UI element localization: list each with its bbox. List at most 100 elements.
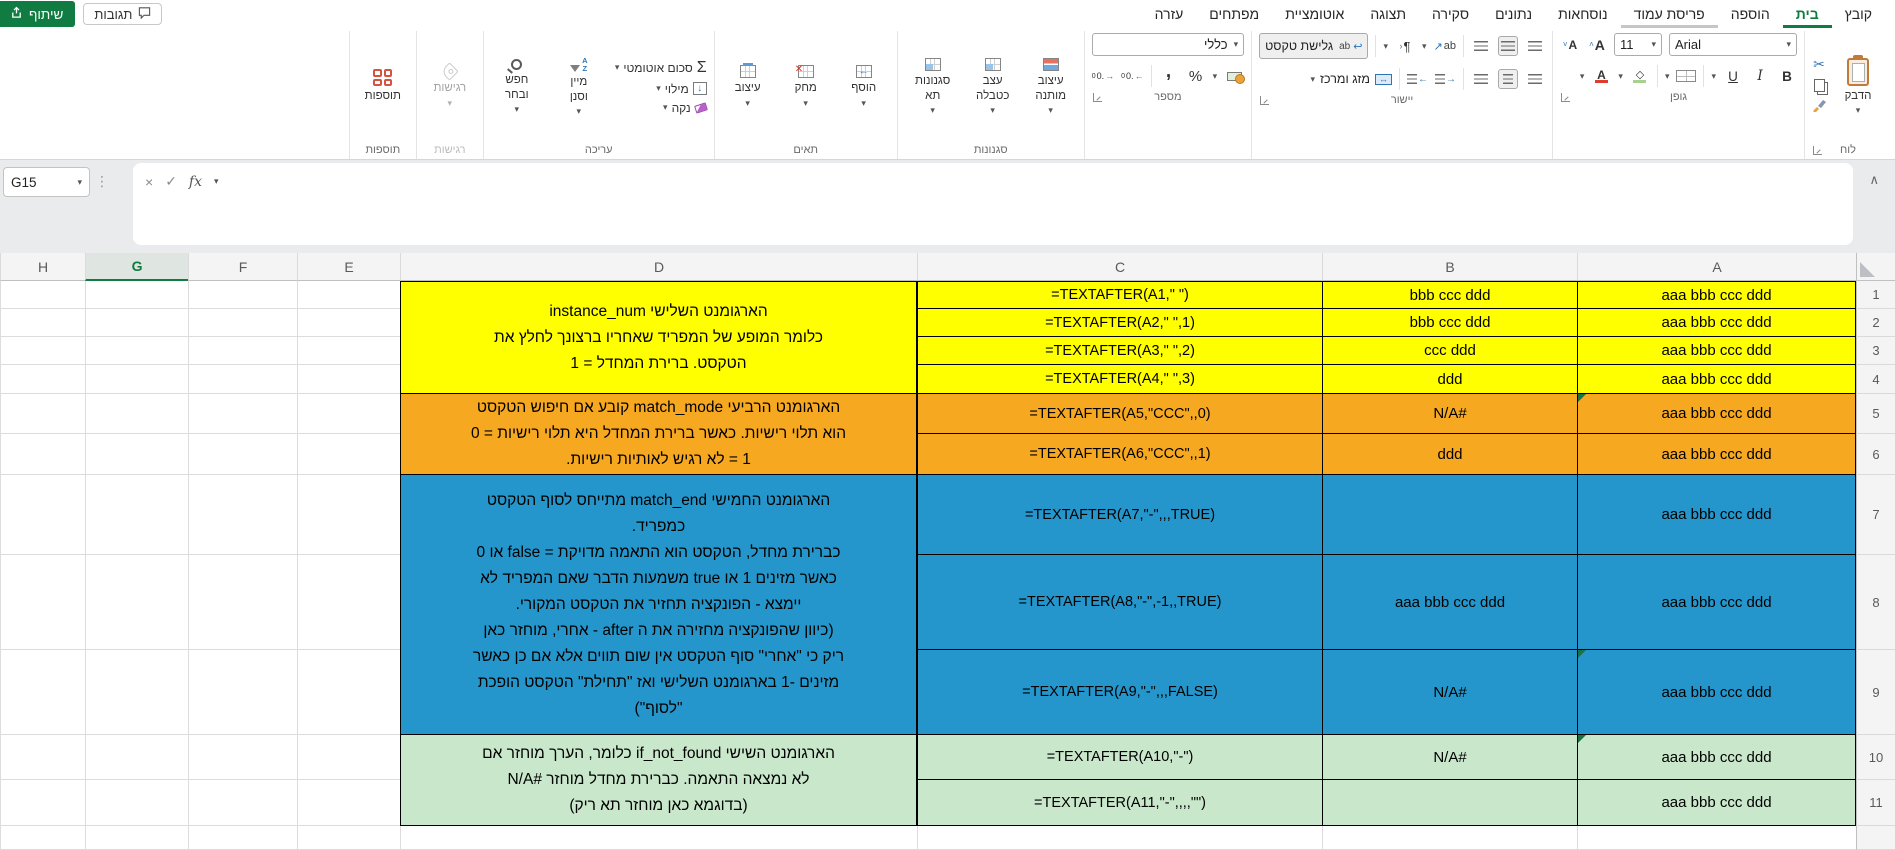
insert-cells-button[interactable]: הוסף ▾	[838, 63, 890, 109]
underline-button[interactable]: U	[1723, 66, 1743, 86]
cell-A1[interactable]: aaa bbb ccc ddd	[1577, 281, 1856, 309]
alignment-dialog-launcher-icon[interactable]	[1260, 96, 1270, 105]
tab-7[interactable]: תצוגה	[1357, 0, 1419, 28]
align-left-icon[interactable]	[1471, 69, 1491, 89]
empty-cell[interactable]	[297, 826, 400, 850]
align-center-icon[interactable]	[1498, 69, 1518, 89]
empty-cell[interactable]	[0, 780, 85, 826]
cell-B6[interactable]: ddd	[1322, 434, 1577, 475]
number-format-select[interactable]: ▾ כללי	[1092, 33, 1245, 56]
tab-5[interactable]: נתונים	[1482, 0, 1545, 28]
fill-button[interactable]: ↓ מילוי ▾	[615, 82, 707, 96]
tab-9[interactable]: מפתחים	[1196, 0, 1272, 28]
column-header-G[interactable]: G	[85, 253, 188, 281]
empty-cell[interactable]	[1577, 826, 1856, 850]
cell-C4[interactable]: =TEXTAFTER(A4," ",3)	[917, 365, 1322, 394]
column-header-C[interactable]: C	[917, 253, 1322, 281]
cell-B2[interactable]: bbb ccc ddd	[1322, 309, 1577, 337]
cell-C9[interactable]: =TEXTAFTER(A9,"-",,,FALSE)	[917, 650, 1322, 735]
empty-cell[interactable]	[188, 826, 297, 850]
empty-cell[interactable]	[85, 281, 188, 309]
format-as-table-button[interactable]: עצב כטבלה ▾	[967, 56, 1019, 117]
cell-B8[interactable]: aaa bbb ccc ddd	[1322, 555, 1577, 650]
tab-10[interactable]: עזרה	[1142, 0, 1197, 28]
empty-cell[interactable]	[85, 735, 188, 780]
bold-button[interactable]: B	[1777, 66, 1797, 86]
column-header-H[interactable]: H	[0, 253, 85, 281]
find-select-button[interactable]: חפש ובחר ▾	[491, 57, 543, 116]
tab-1[interactable]: בית	[1783, 0, 1832, 28]
empty-cell[interactable]	[85, 650, 188, 735]
cell-C6[interactable]: =TEXTAFTER(A6,"CCC",,1)	[917, 434, 1322, 475]
formula-bar-grip[interactable]: ⋮	[95, 173, 109, 190]
format-painter-icon[interactable]	[1812, 98, 1826, 117]
orientation-icon[interactable]: ab ↗	[1434, 36, 1456, 56]
accounting-format-icon[interactable]	[1224, 66, 1245, 86]
empty-cell[interactable]	[188, 394, 297, 434]
empty-cell[interactable]	[188, 434, 297, 475]
empty-cell[interactable]	[0, 337, 85, 365]
cell-A4[interactable]: aaa bbb ccc ddd	[1577, 365, 1856, 394]
cell-A7[interactable]: aaa bbb ccc ddd	[1577, 475, 1856, 555]
empty-cell[interactable]	[85, 475, 188, 555]
select-all-corner[interactable]	[1856, 253, 1895, 281]
cell-A6[interactable]: aaa bbb ccc ddd	[1577, 434, 1856, 475]
number-dialog-launcher-icon[interactable]	[1092, 93, 1102, 102]
empty-cell[interactable]	[297, 555, 400, 650]
cell-A8[interactable]: aaa bbb ccc ddd	[1577, 555, 1856, 650]
formula-input[interactable]	[133, 163, 1853, 245]
merge-center-button[interactable]: ↔ מזג ומרכז ▾	[1310, 72, 1392, 86]
chevron-down-icon[interactable]: ▾	[214, 177, 219, 186]
cell-C2[interactable]: =TEXTAFTER(A2," ",1)	[917, 309, 1322, 337]
clipboard-dialog-launcher-icon[interactable]	[1813, 146, 1822, 155]
tab-2[interactable]: הוספה	[1718, 0, 1783, 28]
sort-filter-button[interactable]: AZ מיין וסנן ▾	[553, 55, 605, 118]
cell-C3[interactable]: =TEXTAFTER(A3," ",2)	[917, 337, 1322, 365]
cell-D-block-10-11[interactable]: הארגומנט השישי if_not_found כלומר, הערך …	[400, 735, 917, 826]
chevron-down-icon[interactable]: ▾	[1213, 71, 1218, 81]
cell-D-block-1-4[interactable]: הארגומנט השלישי instance_num כלומר המופע…	[400, 281, 917, 394]
fill-color-button[interactable]: ◇	[1630, 66, 1650, 86]
empty-cell[interactable]	[188, 780, 297, 826]
empty-cell[interactable]	[85, 826, 188, 850]
cell-B7[interactable]	[1322, 475, 1577, 555]
clear-button[interactable]: נקה ▾	[615, 101, 708, 115]
font-size-select[interactable]: ▾ 11	[1614, 33, 1662, 56]
cell-B9[interactable]: #N/A	[1322, 650, 1577, 735]
column-header-B[interactable]: B	[1322, 253, 1577, 281]
empty-cell[interactable]	[297, 434, 400, 475]
decrease-decimal-icon[interactable]: → .0 0	[1092, 66, 1114, 86]
name-box[interactable]: G15 ▾	[3, 167, 90, 197]
empty-cell[interactable]	[0, 650, 85, 735]
tab-3[interactable]: פריסת עמוד	[1621, 0, 1718, 28]
empty-cell[interactable]	[297, 281, 400, 309]
cut-icon[interactable]: ✂	[1813, 56, 1825, 73]
empty-cell[interactable]	[0, 475, 85, 555]
row-header-2[interactable]: 2	[1856, 309, 1895, 337]
empty-cell[interactable]	[0, 555, 85, 650]
font-name-select[interactable]: ▾ Arial	[1669, 33, 1797, 56]
column-header-D[interactable]: D	[400, 253, 917, 281]
row-header-7[interactable]: 7	[1856, 475, 1895, 555]
row-header-3[interactable]: 3	[1856, 337, 1895, 365]
tab-4[interactable]: נוסחאות	[1545, 0, 1620, 28]
paste-button[interactable]: הדבק ▾	[1832, 54, 1884, 117]
font-color-button[interactable]: A	[1591, 66, 1611, 86]
chevron-down-icon[interactable]: ▾	[1580, 71, 1585, 81]
empty-cell[interactable]	[400, 826, 917, 850]
empty-cell[interactable]	[297, 735, 400, 780]
cell-C11[interactable]: =TEXTAFTER(A11,"-",,,,"")	[917, 780, 1322, 826]
wrap-text-button[interactable]: ↩ ab גלישת טקסט	[1259, 33, 1369, 59]
row-header-10[interactable]: 10	[1856, 735, 1895, 780]
cell-D-block-7-9[interactable]: הארגומנט החמישי match_end מתייחס לסוף הט…	[400, 475, 917, 735]
row-header-8[interactable]: 8	[1856, 555, 1895, 650]
empty-cell[interactable]	[85, 309, 188, 337]
align-top-icon[interactable]	[1525, 36, 1545, 56]
empty-cell[interactable]	[0, 735, 85, 780]
increase-font-size-button[interactable]: A ˄	[1587, 35, 1607, 55]
empty-cell[interactable]	[297, 309, 400, 337]
empty-cell[interactable]	[0, 394, 85, 434]
chevron-down-icon[interactable]: ▾	[1618, 71, 1623, 81]
chevron-down-icon[interactable]: ▾	[1711, 71, 1716, 81]
font-dialog-launcher-icon[interactable]	[1561, 93, 1570, 102]
